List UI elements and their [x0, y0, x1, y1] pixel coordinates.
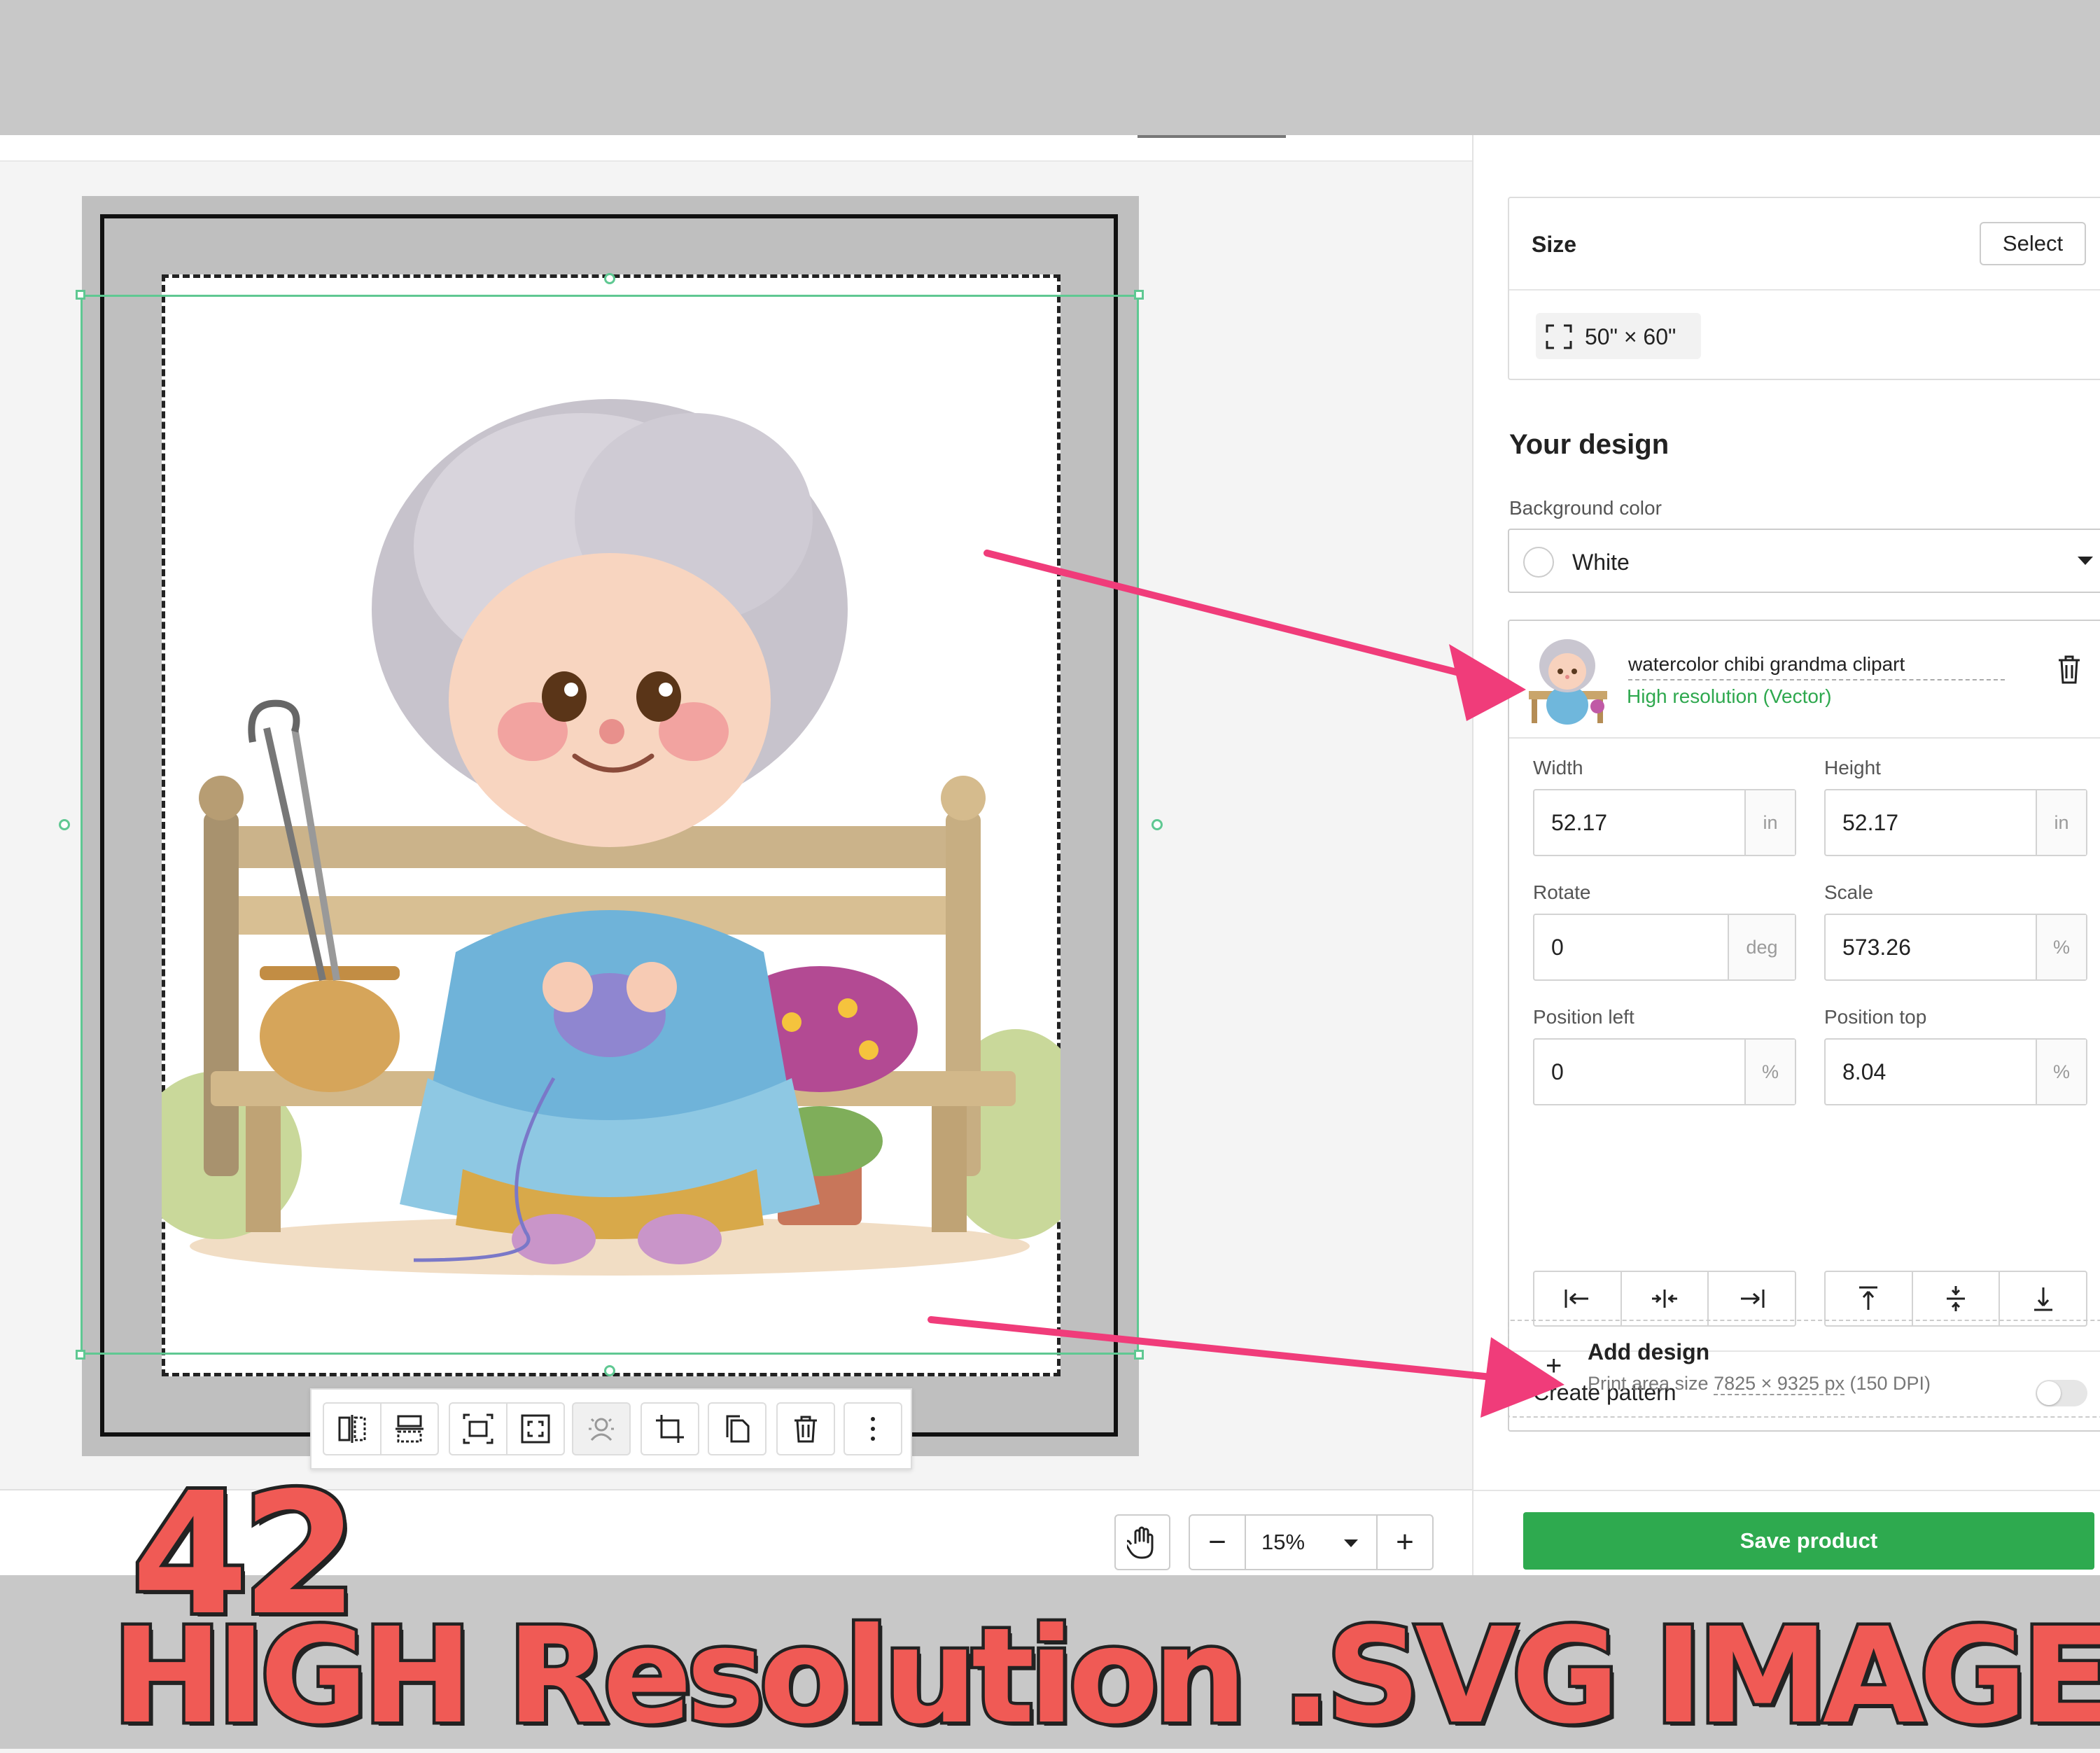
- scale-field[interactable]: 573.26 %: [1824, 914, 2087, 981]
- align-right-button[interactable]: [1709, 1272, 1795, 1325]
- height-label: Height: [1824, 757, 1881, 778]
- resize-handle-left[interactable]: [59, 819, 70, 830]
- scale-value: 573.26: [1842, 935, 1911, 960]
- height-field[interactable]: 52.17 in: [1824, 789, 2087, 856]
- flip-horizontal-icon: [338, 1415, 366, 1443]
- zoom-value: 15%: [1261, 1530, 1306, 1554]
- vertical-align-group: [1824, 1271, 2087, 1327]
- arrow-to-layer: [983, 550, 1488, 683]
- height-unit: in: [2036, 790, 2086, 855]
- pan-tool-button[interactable]: [1114, 1514, 1170, 1570]
- layer-name-underline: [1628, 679, 2005, 680]
- flip-vertical-button[interactable]: [380, 1402, 439, 1455]
- rotate-unit: deg: [1728, 915, 1795, 979]
- fill-print-area-button[interactable]: [506, 1402, 565, 1455]
- fit-icon: [463, 1413, 493, 1444]
- size-card: Size Select 50" × 60": [1508, 197, 2100, 380]
- trash-icon: [794, 1416, 817, 1443]
- size-chip: 50" × 60": [1536, 313, 1701, 359]
- align-right-icon: [1740, 1290, 1765, 1308]
- zoom-out-button[interactable]: −: [1189, 1514, 1246, 1570]
- annotation-arrows: [927, 550, 1564, 1418]
- print-area-size: 7825 × 9325 px: [1714, 1373, 1844, 1395]
- resize-handle-bottom-left[interactable]: [76, 1350, 85, 1360]
- flip-horizontal-button[interactable]: [323, 1402, 382, 1455]
- resize-handle-top-left[interactable]: [76, 290, 85, 300]
- align-center-horizontal-button[interactable]: [1622, 1272, 1709, 1325]
- flip-vertical-icon: [396, 1415, 424, 1443]
- fill-icon: [521, 1414, 550, 1444]
- zoom-in-button[interactable]: +: [1376, 1514, 1434, 1570]
- arrow-to-print-area: [927, 1316, 1516, 1383]
- position-left-unit: %: [1744, 1040, 1795, 1104]
- banner-title: HIGH Resolution .SVG IMAGES: [109, 1597, 2100, 1753]
- more-vertical-icon: [871, 1417, 875, 1441]
- layer-name: watercolor chibi grandma clipart: [1628, 653, 1905, 675]
- position-top-unit: %: [2036, 1040, 2086, 1104]
- chevron-down-icon: [1344, 1539, 1358, 1547]
- size-title: Size: [1532, 232, 1577, 257]
- height-value: 52.17: [1842, 810, 1899, 835]
- arrow-to-print-area-head: [1480, 1337, 1564, 1418]
- remove-background-icon: [589, 1418, 614, 1441]
- layer-toolbar: [310, 1388, 912, 1469]
- size-value: 50" × 60": [1585, 324, 1676, 349]
- crop-icon: [656, 1415, 684, 1443]
- align-center-vertical-button[interactable]: [1913, 1272, 2001, 1325]
- app-header-strip: [0, 135, 1472, 162]
- align-top-icon: [1859, 1286, 1878, 1310]
- align-bottom-button[interactable]: [2000, 1272, 2086, 1325]
- zoom-level-select[interactable]: 15%: [1245, 1514, 1378, 1570]
- delete-layer-icon[interactable]: [2057, 655, 2081, 684]
- resize-handle-top-right[interactable]: [1134, 290, 1144, 300]
- crop-button[interactable]: [640, 1402, 699, 1455]
- arrow-to-layer-head: [1449, 644, 1526, 721]
- position-top-field[interactable]: 8.04 %: [1824, 1038, 2087, 1105]
- chevron-down-icon: [2078, 557, 2093, 565]
- fit-print-area-button[interactable]: [449, 1402, 507, 1455]
- position-top-label: Position top: [1824, 1006, 1927, 1028]
- fullscreen-icon: [1546, 324, 1572, 349]
- resize-handle-bottom[interactable]: [604, 1365, 615, 1376]
- save-product-button[interactable]: Save product: [1523, 1512, 2094, 1570]
- print-area-info: Print area size 7825 × 9325 px (150 DPI): [1588, 1373, 1931, 1395]
- align-bottom-icon: [2033, 1287, 2052, 1311]
- header-tab-indicator: [1138, 135, 1286, 138]
- layer-quality: High resolution (Vector): [1627, 685, 1832, 707]
- align-center-vertical-icon: [1947, 1286, 1965, 1311]
- align-center-horizontal-icon: [1652, 1290, 1677, 1308]
- width-unit: in: [1744, 790, 1795, 855]
- remove-background-button[interactable]: [572, 1402, 631, 1455]
- panel-bottom-divider: [1474, 1490, 2100, 1491]
- duplicate-icon: [726, 1415, 750, 1443]
- hand-icon: [1127, 1526, 1154, 1559]
- top-bar: [0, 0, 2100, 135]
- more-options-button[interactable]: [844, 1402, 902, 1455]
- size-select-button[interactable]: Select: [1980, 222, 2086, 265]
- scale-unit: %: [2036, 915, 2086, 979]
- print-area-suffix: (150 DPI): [1844, 1373, 1931, 1394]
- position-top-value: 8.04: [1842, 1059, 1886, 1084]
- scale-label: Scale: [1824, 881, 1874, 903]
- delete-button[interactable]: [776, 1402, 835, 1455]
- duplicate-button[interactable]: [708, 1402, 766, 1455]
- size-divider: [1509, 289, 2100, 291]
- align-top-button[interactable]: [1826, 1272, 1913, 1325]
- resize-handle-top[interactable]: [604, 273, 615, 284]
- your-design-heading: Your design: [1509, 429, 1670, 460]
- background-color-label: Background color: [1509, 497, 1662, 519]
